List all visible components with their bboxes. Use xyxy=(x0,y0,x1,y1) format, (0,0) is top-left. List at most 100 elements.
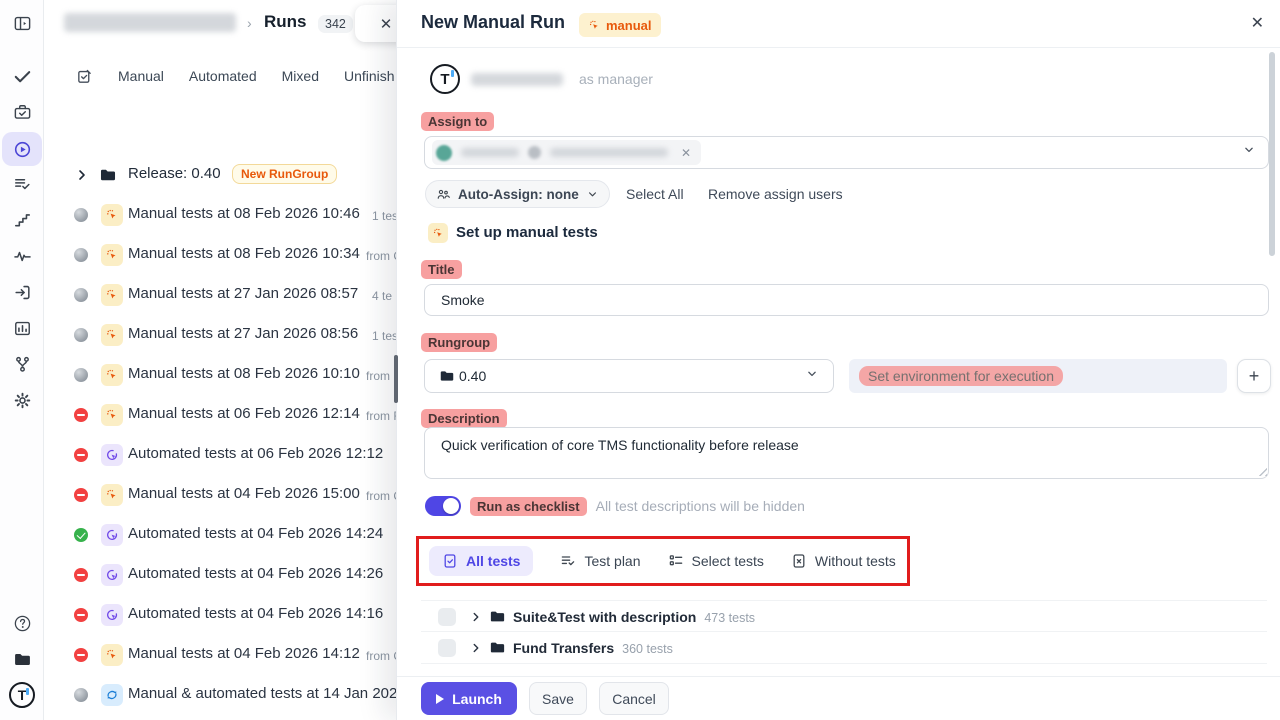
run-list-item[interactable]: Manual tests at 04 Feb 2026 14:12 from C xyxy=(44,641,400,669)
tasks-check-icon[interactable] xyxy=(0,61,44,91)
import-icon[interactable] xyxy=(0,277,44,307)
manual-run-icon xyxy=(101,644,123,666)
run-list-item[interactable]: Manual tests at 27 Jan 2026 08:57 4 te xyxy=(44,281,400,309)
run-title[interactable]: Manual tests at 27 Jan 2026 08:56 xyxy=(128,325,358,342)
add-environment-button[interactable]: + xyxy=(1237,359,1271,393)
auto-assign-dropdown[interactable]: Auto-Assign: none xyxy=(425,180,610,208)
filter-clipboard-icon[interactable] xyxy=(76,68,93,85)
rungroup-value: 0.40 xyxy=(459,368,486,384)
checklist-hint: All test descriptions will be hidden xyxy=(596,498,805,514)
run-title[interactable]: Manual tests at 04 Feb 2026 15:00 xyxy=(128,485,360,502)
run-list-item[interactable]: Manual tests at 27 Jan 2026 08:56 1 tes xyxy=(44,321,400,349)
list-check-icon[interactable] xyxy=(0,169,44,199)
filter-tab-mixed[interactable]: Mixed xyxy=(282,68,319,84)
user-name-redacted xyxy=(550,148,668,157)
suite-checkbox[interactable] xyxy=(438,639,456,657)
suite-row[interactable]: Suite&Test with description473 tests xyxy=(421,600,1267,632)
expand-chevron-icon[interactable] xyxy=(469,641,483,655)
panel-toggle-icon[interactable] xyxy=(0,8,44,38)
runs-page: › Runs 342 ✕ Manual Automated Mixed Unfi… xyxy=(44,0,400,720)
filter-tab-manual[interactable]: Manual xyxy=(118,68,164,84)
tab-all-tests[interactable]: All tests xyxy=(429,546,533,576)
list-scrollbar-thumb[interactable] xyxy=(394,355,398,403)
checklist-toggle[interactable] xyxy=(425,496,461,516)
manual-cursor-icon xyxy=(428,223,448,243)
user-avatar xyxy=(528,146,541,159)
app-logo[interactable]: T xyxy=(0,680,44,710)
manual-cursor-icon xyxy=(588,19,601,32)
breadcrumb-runs-title[interactable]: Runs xyxy=(264,12,307,32)
run-list-item[interactable]: Automated tests at 04 Feb 2026 14:24 xyxy=(44,521,400,549)
run-title[interactable]: Manual tests at 08 Feb 2026 10:10 xyxy=(128,365,360,382)
run-title[interactable]: Manual tests at 08 Feb 2026 10:46 xyxy=(128,205,360,222)
runs-close-button[interactable]: ✕ xyxy=(355,5,400,42)
header-divider xyxy=(397,47,1280,48)
cancel-button[interactable]: Cancel xyxy=(599,682,669,715)
run-title[interactable]: Automated tests at 04 Feb 2026 14:26 xyxy=(128,565,383,582)
modal-close-button[interactable]: ✕ xyxy=(1251,13,1264,33)
user-avatar xyxy=(436,145,452,161)
rungroup-row[interactable]: Release: 0.40 New RunGroup xyxy=(44,161,400,189)
run-list-item[interactable]: Automated tests at 04 Feb 2026 14:26 xyxy=(44,561,400,589)
analytics-icon[interactable] xyxy=(0,313,44,343)
steps-icon[interactable] xyxy=(0,205,44,235)
briefcase-check-icon[interactable] xyxy=(0,97,44,127)
run-title[interactable]: Automated tests at 04 Feb 2026 14:24 xyxy=(128,525,383,542)
modal-scrollbar-thumb[interactable] xyxy=(1269,52,1275,256)
suite-test-count: 473 tests xyxy=(704,611,755,625)
run-list-item[interactable]: Automated tests at 04 Feb 2026 14:16 xyxy=(44,601,400,629)
manual-run-icon xyxy=(101,284,123,306)
settings-gear-icon[interactable] xyxy=(0,385,44,415)
suite-name[interactable]: Fund Transfers360 tests xyxy=(513,640,673,656)
launch-button[interactable]: Launch xyxy=(421,682,517,715)
rungroup-name[interactable]: Release: 0.40 xyxy=(128,165,221,182)
title-input[interactable] xyxy=(424,284,1269,316)
branch-icon[interactable] xyxy=(0,349,44,379)
run-title[interactable]: Manual tests at 08 Feb 2026 10:34 xyxy=(128,245,360,262)
run-title[interactable]: Automated tests at 06 Feb 2026 12:12 xyxy=(128,445,383,462)
tab-select-tests[interactable]: Select tests xyxy=(668,553,764,569)
remove-assign-users-button[interactable]: Remove assign users xyxy=(708,186,843,202)
run-title[interactable]: Manual & automated tests at 14 Jan 202 xyxy=(128,685,397,702)
expand-chevron-icon[interactable] xyxy=(469,610,483,624)
projects-folder-icon[interactable] xyxy=(0,644,44,674)
suite-row[interactable]: Fund Transfers360 tests xyxy=(421,632,1267,664)
run-list-item[interactable]: Manual tests at 08 Feb 2026 10:34 from C xyxy=(44,241,400,269)
run-list-item[interactable]: Manual tests at 04 Feb 2026 15:00 from C xyxy=(44,481,400,509)
setup-heading: Set up manual tests xyxy=(456,224,598,241)
run-list-item[interactable]: Manual tests at 08 Feb 2026 10:10 from M xyxy=(44,361,400,389)
remove-chip-icon[interactable]: ✕ xyxy=(681,146,691,160)
suite-name[interactable]: Suite&Test with description473 tests xyxy=(513,609,755,625)
filter-tab-automated[interactable]: Automated xyxy=(189,68,257,84)
run-list-item[interactable]: Manual tests at 08 Feb 2026 10:46 1 tes xyxy=(44,201,400,229)
new-manual-run-modal: New Manual Run manual ✕ T as manager Ass… xyxy=(396,0,1280,720)
suite-checkbox[interactable] xyxy=(438,608,456,626)
manual-run-icon xyxy=(101,204,123,226)
rungroup-dropdown[interactable]: 0.40 xyxy=(424,359,834,393)
play-icon xyxy=(436,694,444,704)
assign-users-select[interactable]: ✕ xyxy=(424,136,1269,169)
run-list-item[interactable]: Manual & automated tests at 14 Jan 202 xyxy=(44,681,400,709)
help-icon[interactable] xyxy=(0,608,44,638)
save-button[interactable]: Save xyxy=(529,682,587,715)
run-list-item[interactable]: Automated tests at 06 Feb 2026 12:12 xyxy=(44,441,400,469)
filter-tab-unfinished[interactable]: Unfinish xyxy=(344,68,395,84)
run-title[interactable]: Automated tests at 04 Feb 2026 14:16 xyxy=(128,605,383,622)
run-list-item[interactable]: Manual tests at 06 Feb 2026 12:14 from R xyxy=(44,401,400,429)
runs-play-icon[interactable] xyxy=(0,134,44,164)
description-textarea[interactable]: Quick verification of core TMS functiona… xyxy=(424,427,1269,479)
run-title[interactable]: Manual tests at 06 Feb 2026 12:14 xyxy=(128,405,360,422)
select-all-button[interactable]: Select All xyxy=(626,186,684,202)
environment-input[interactable]: Set environment for execution xyxy=(849,359,1227,393)
pulse-icon[interactable] xyxy=(0,241,44,271)
expand-chevron-icon[interactable] xyxy=(74,167,90,183)
tab-test-plan[interactable]: Test plan xyxy=(560,553,640,569)
run-title[interactable]: Manual tests at 27 Jan 2026 08:57 xyxy=(128,285,358,302)
run-title[interactable]: Manual tests at 04 Feb 2026 14:12 xyxy=(128,645,360,662)
automated-run-icon xyxy=(101,604,123,626)
new-rungroup-badge: New RunGroup xyxy=(232,164,337,184)
run-meta: from C xyxy=(366,489,400,503)
project-name-redacted[interactable] xyxy=(64,13,236,32)
assigned-users-chip: ✕ xyxy=(432,140,701,165)
tab-without-tests[interactable]: Without tests xyxy=(791,553,896,569)
